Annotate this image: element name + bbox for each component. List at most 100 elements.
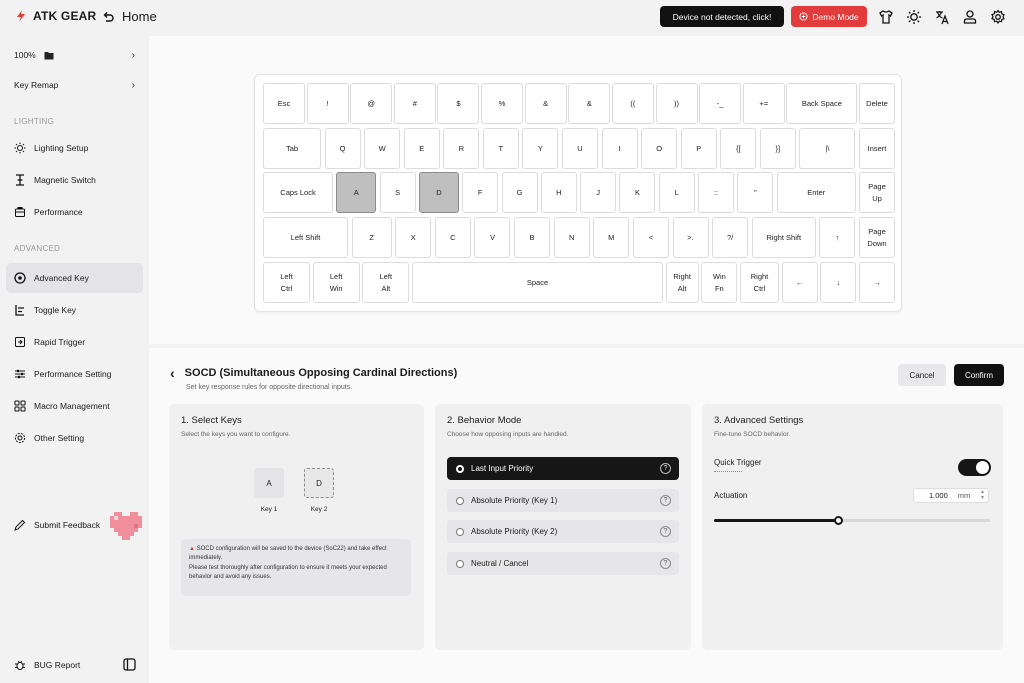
- brightness-icon[interactable]: [905, 8, 923, 26]
- home-nav[interactable]: Home: [102, 9, 157, 24]
- key-caps-lock[interactable]: Caps Lock: [263, 172, 333, 213]
- key-symbol[interactable]: ↑: [819, 217, 856, 258]
- sidebar-item-macro-management[interactable]: Macro Management: [6, 391, 143, 421]
- key-symbol[interactable]: &: [568, 83, 611, 124]
- key-z[interactable]: Z: [351, 217, 392, 258]
- key-symbol[interactable]: ↓: [820, 262, 857, 303]
- key-symbol[interactable]: →: [859, 262, 895, 303]
- key-left-shift[interactable]: Left Shift: [263, 217, 348, 258]
- key-f[interactable]: F: [462, 172, 499, 213]
- key-i[interactable]: I: [601, 128, 638, 169]
- demo-mode-button[interactable]: Demo Mode: [791, 6, 867, 27]
- sidebar-item-toggle-key[interactable]: Toggle Key: [6, 295, 143, 325]
- key-esc[interactable]: Esc: [263, 83, 305, 124]
- key-symbol[interactable]: -_: [699, 83, 742, 124]
- behavior-option-neutral[interactable]: Neutral / Cancel ?: [447, 552, 679, 575]
- behavior-option-last-input[interactable]: Last Input Priority ?: [447, 457, 679, 480]
- sidebar-item-lighting-setup[interactable]: Lighting Setup: [6, 133, 143, 163]
- language-icon[interactable]: [933, 8, 951, 26]
- key-left-alt[interactable]: Left Alt: [362, 262, 410, 303]
- key-page-down[interactable]: Page Down: [859, 217, 895, 258]
- device-status-button[interactable]: Device not detected, click!: [660, 6, 784, 27]
- key-v[interactable]: V: [474, 217, 511, 258]
- behavior-option-priority-key2[interactable]: Absolute Priority (Key 2) ?: [447, 520, 679, 543]
- key-back-space[interactable]: Back Space: [786, 83, 858, 124]
- help-icon[interactable]: ?: [660, 526, 671, 537]
- shirt-icon[interactable]: [877, 8, 895, 26]
- user-icon[interactable]: [961, 8, 979, 26]
- key-j[interactable]: J: [580, 172, 617, 213]
- key-insert[interactable]: Insert: [859, 128, 895, 169]
- key-s[interactable]: S: [379, 172, 416, 213]
- key-r[interactable]: R: [443, 128, 480, 169]
- key-symbol[interactable]: <: [632, 217, 669, 258]
- key-symbol[interactable]: !: [306, 83, 349, 124]
- stepper-icon[interactable]: ▲ ▼: [980, 489, 985, 501]
- brand-logo[interactable]: ATK GEAR: [14, 9, 96, 23]
- key-e[interactable]: E: [403, 128, 440, 169]
- key-symbol[interactable]: @: [350, 83, 393, 124]
- settings-gear-icon[interactable]: [989, 8, 1007, 26]
- quick-trigger-toggle[interactable]: [958, 459, 991, 476]
- key-symbol[interactable]: |\: [799, 128, 856, 169]
- sidebar-item-key-remap[interactable]: Key Remap ›: [6, 70, 143, 100]
- key-win-fn[interactable]: Win Fn: [701, 262, 738, 303]
- key2-slot[interactable]: D: [304, 468, 334, 498]
- sidebar-item-performance[interactable]: Performance: [6, 197, 143, 227]
- key-symbol[interactable]: ((: [611, 83, 654, 124]
- help-icon[interactable]: ?: [660, 463, 671, 474]
- behavior-option-priority-key1[interactable]: Absolute Priority (Key 1) ?: [447, 489, 679, 512]
- key-symbol[interactable]: %: [481, 83, 524, 124]
- key-d[interactable]: D: [418, 172, 459, 213]
- key-g[interactable]: G: [501, 172, 538, 213]
- key-b[interactable]: B: [514, 217, 551, 258]
- key-w[interactable]: W: [364, 128, 401, 169]
- key-page-up[interactable]: Page Up: [859, 172, 895, 213]
- key-symbol[interactable]: &: [524, 83, 567, 124]
- key-space[interactable]: Space: [412, 262, 663, 303]
- key-m[interactable]: M: [593, 217, 630, 258]
- key-right-ctrl[interactable]: Right Ctrl: [740, 262, 779, 303]
- key-enter[interactable]: Enter: [776, 172, 856, 213]
- key-y[interactable]: Y: [522, 128, 559, 169]
- key-symbol[interactable]: #: [393, 83, 436, 124]
- key-symbol[interactable]: )): [655, 83, 698, 124]
- key-symbol[interactable]: +=: [742, 83, 785, 124]
- key-tab[interactable]: Tab: [263, 128, 321, 169]
- sidebar-collapse-icon[interactable]: [123, 658, 136, 676]
- key-n[interactable]: N: [553, 217, 590, 258]
- key-a[interactable]: A: [336, 172, 377, 213]
- key-symbol[interactable]: ?/: [712, 217, 749, 258]
- key-q[interactable]: Q: [324, 128, 361, 169]
- sidebar-item-rapid-trigger[interactable]: Rapid Trigger: [6, 327, 143, 357]
- key-c[interactable]: C: [434, 217, 471, 258]
- actuation-slider-handle[interactable]: [833, 516, 843, 525]
- key-right-alt[interactable]: Right Alt: [665, 262, 699, 303]
- key-l[interactable]: L: [658, 172, 695, 213]
- key-u[interactable]: U: [562, 128, 598, 169]
- key-o[interactable]: O: [641, 128, 678, 169]
- key-left-win[interactable]: Left Win: [312, 262, 360, 303]
- key-x[interactable]: X: [395, 217, 432, 258]
- key-symbol[interactable]: ::: [698, 172, 735, 213]
- sidebar-item-magnetic-switch[interactable]: Magnetic Switch: [6, 165, 143, 195]
- key-h[interactable]: H: [540, 172, 577, 213]
- key-left-ctrl[interactable]: Left Ctrl: [263, 262, 310, 303]
- key-symbol[interactable]: ": [737, 172, 774, 213]
- sidebar-item-advanced-key[interactable]: Advanced Key: [6, 263, 143, 293]
- key-k[interactable]: K: [619, 172, 656, 213]
- key-p[interactable]: P: [680, 128, 717, 169]
- key1-slot[interactable]: A: [254, 468, 284, 498]
- sidebar-item-other-setting[interactable]: Other Setting: [6, 423, 143, 453]
- key-symbol[interactable]: }]: [759, 128, 796, 169]
- sidebar-item-performance-setting[interactable]: Performance Setting: [6, 359, 143, 389]
- key-right-shift[interactable]: Right Shift: [751, 217, 816, 258]
- help-icon[interactable]: ?: [660, 558, 671, 569]
- actuation-input[interactable]: 1.000 mm ▲ ▼: [913, 488, 989, 503]
- cancel-button[interactable]: Cancel: [898, 364, 946, 386]
- key-delete[interactable]: Delete: [859, 83, 895, 124]
- key-symbol[interactable]: {[: [720, 128, 757, 169]
- confirm-button[interactable]: Confirm: [954, 364, 1004, 386]
- help-icon[interactable]: ?: [660, 495, 671, 506]
- key-t[interactable]: T: [482, 128, 519, 169]
